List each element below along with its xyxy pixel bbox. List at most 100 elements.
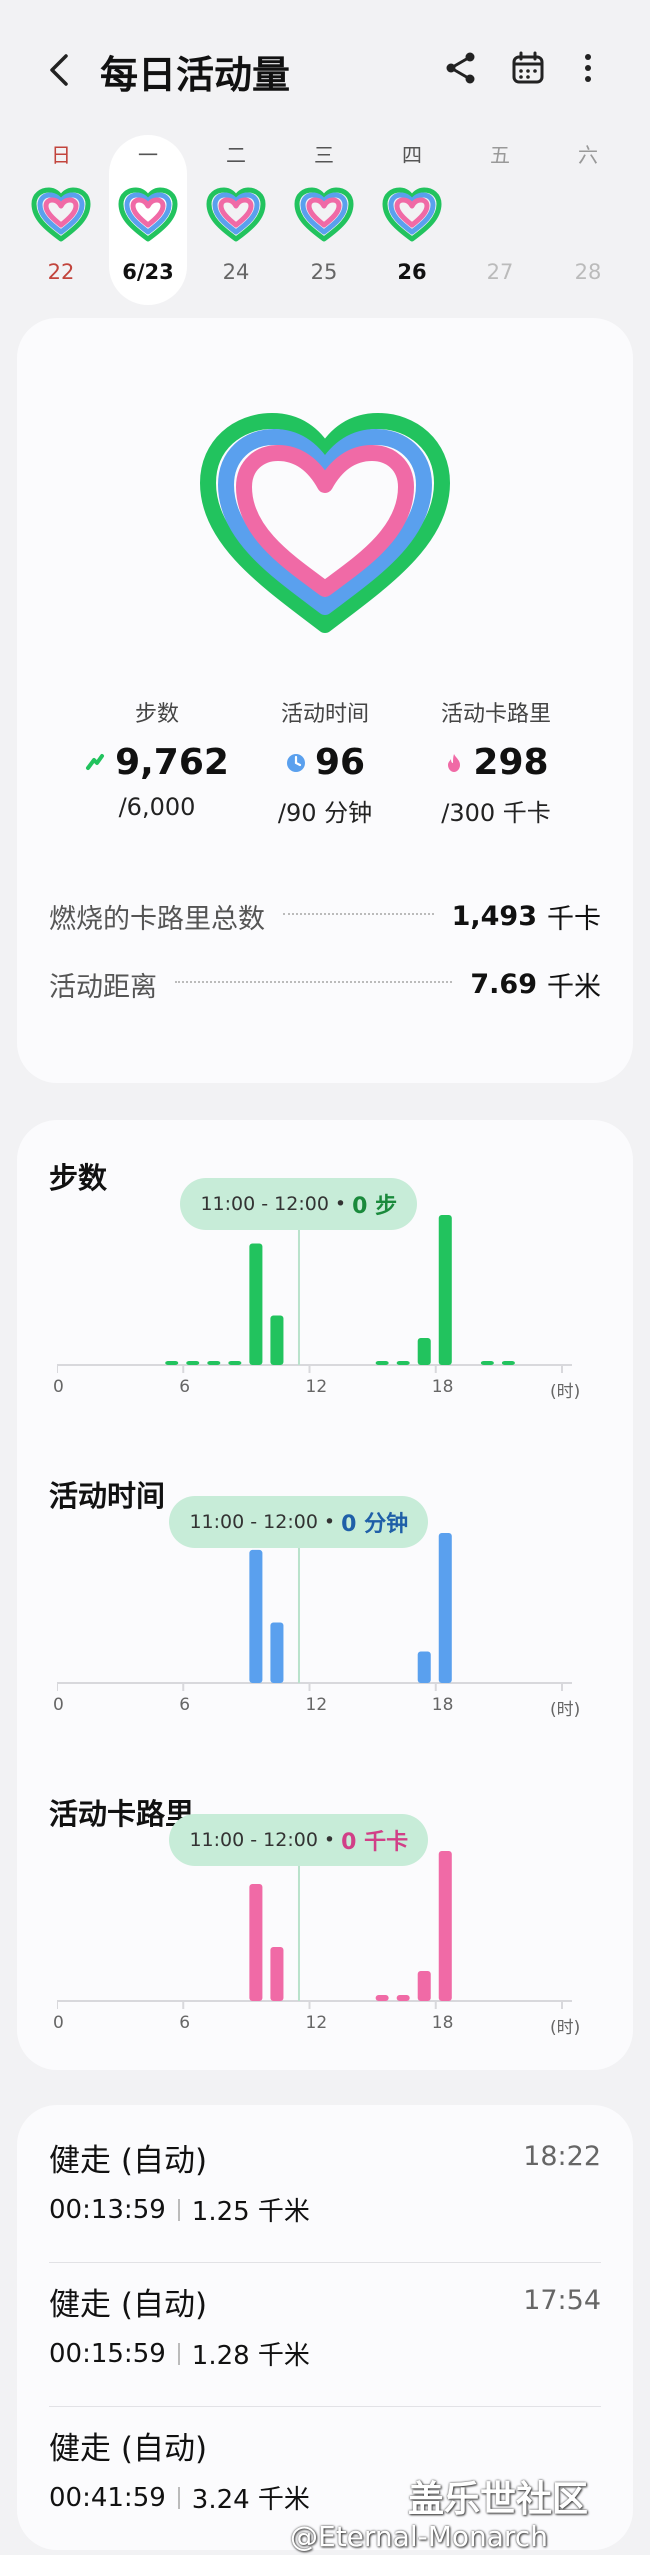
steps-value: 9,762 — [115, 742, 229, 783]
day-3[interactable]: 三 25 — [285, 135, 363, 305]
mini-heart-rings-icon — [206, 187, 266, 242]
workout-distance: 1.25 千米 — [191, 2197, 310, 2227]
flame-icon — [448, 753, 461, 772]
workout-name: 健走 (自动) — [49, 2143, 208, 2179]
workout-duration: 00:41:59 — [49, 2482, 166, 2513]
total-calories-label: 燃烧的卡路里总数 — [49, 903, 265, 935]
x-tick-label: (时) — [550, 2018, 581, 2038]
workout-duration: 00:15:59 — [49, 2338, 166, 2369]
distance-unit: 千米 — [547, 971, 601, 1003]
distance-value: 7.69 — [470, 968, 537, 1000]
workout-name: 健走 (自动) — [49, 2287, 208, 2323]
leader-dots — [283, 913, 434, 915]
bar-hour-17 — [417, 1651, 431, 1683]
bar-hour-9 — [249, 1243, 263, 1365]
workout-item[interactable]: 健走 (自动) 17:54 00:15:59 1.28 千米 — [49, 2279, 601, 2419]
active-calories-value: 298 — [473, 742, 549, 783]
day-number-label: 26 — [397, 260, 427, 284]
leader-dots — [175, 981, 453, 983]
mini-heart-rings-icon — [31, 187, 91, 242]
day-4[interactable]: 四 26 — [373, 135, 451, 305]
x-tick-label: 0 — [53, 1695, 64, 1715]
day-0[interactable]: 日 22 — [22, 135, 100, 305]
day-1[interactable]: 一 6/23 — [109, 135, 187, 305]
day-number-label: 22 — [47, 260, 75, 284]
bar-hour-10 — [270, 1315, 284, 1365]
day-number-label: 27 — [486, 260, 514, 284]
tooltip-range: 11:00 - 12:00 — [189, 1511, 318, 1533]
day-number-label: 24 — [222, 260, 250, 284]
bar-hour-9 — [249, 1884, 263, 2001]
tooltip-value: 0 步 — [352, 1194, 398, 1219]
hourly-bar-chart-0[interactable]: 0 6 12 18 (时) 11:00 - 12:00 • 0 步 — [53, 1150, 612, 1402]
day-2[interactable]: 二 24 — [197, 135, 275, 305]
bar-hour-10 — [270, 1622, 284, 1683]
bar-hour-18 — [438, 1215, 452, 1365]
week-selector: 日 22 一 6/23 二 24 三 25 四 26 五 27 六 28 — [0, 135, 650, 315]
bar-hour-15 — [375, 1995, 389, 2001]
day-of-week-label: 三 — [314, 143, 334, 167]
separator — [177, 2486, 180, 2509]
x-tick-label: 18 — [431, 2013, 454, 2033]
bar-hour-16 — [396, 1995, 410, 2001]
bar-hour-20 — [480, 1361, 494, 1365]
day-of-week-label: 二 — [226, 143, 246, 167]
bar-hour-5 — [165, 1361, 179, 1365]
day-5[interactable]: 五 27 — [461, 135, 539, 305]
x-tick-label: 12 — [305, 1695, 328, 1715]
bar-hour-17 — [417, 1971, 431, 2001]
workout-detail: 00:41:59 3.24 千米 — [49, 2479, 310, 2516]
day-number-label: 6/23 — [122, 260, 174, 284]
mini-heart-rings-icon — [382, 187, 442, 242]
day-of-week-label: 六 — [578, 143, 598, 167]
separator — [177, 2198, 180, 2221]
calendar-icon[interactable] — [510, 50, 546, 86]
divider — [49, 2406, 601, 2407]
separator-dot: • — [334, 1193, 347, 1215]
hour-tooltip: 11:00 - 12:00 • 0 步 — [180, 1178, 418, 1230]
day-of-week-label: 一 — [138, 143, 158, 167]
bar-hour-6 — [186, 1361, 200, 1365]
day-of-week-label: 日 — [51, 143, 71, 167]
x-tick-label: 18 — [431, 1377, 454, 1397]
separator-dot: • — [323, 1511, 336, 1533]
bar-hour-15 — [375, 1361, 389, 1365]
x-tick-label: 0 — [53, 2013, 64, 2033]
tooltip-range: 11:00 - 12:00 — [189, 1829, 318, 1851]
x-tick-label: 18 — [431, 1695, 454, 1715]
workout-item[interactable]: 健走 (自动) 18:22 00:13:59 1.25 千米 — [49, 2135, 601, 2275]
x-tick-label: 12 — [305, 2013, 328, 2033]
hourly-bar-chart-1[interactable]: 0 6 12 18 (时) 11:00 - 12:00 • 0 分钟 — [53, 1468, 612, 1720]
active-time-label: 活动时间 — [280, 702, 369, 727]
hourly-bar-chart-2[interactable]: 0 6 12 18 (时) 11:00 - 12:00 • 0 千卡 — [53, 1786, 612, 2038]
x-tick-label: 6 — [179, 2013, 191, 2033]
day-6[interactable]: 六 28 — [549, 135, 627, 305]
hour-tooltip: 11:00 - 12:00 • 0 千卡 — [169, 1814, 429, 1866]
bar-hour-17 — [417, 1338, 431, 1365]
active-calories-goal: /300 千卡 — [441, 799, 551, 827]
header: 每日活动量 — [0, 0, 650, 135]
x-tick-label: 12 — [305, 1377, 328, 1397]
x-tick-label: 6 — [179, 1377, 191, 1397]
tooltip-value: 0 分钟 — [341, 1512, 409, 1537]
workout-name: 健走 (自动) — [49, 2431, 208, 2467]
watermark-username: @Eternal-Monarch — [290, 2520, 548, 2553]
total-calories-row: 燃烧的卡路里总数 1,493 千卡 — [49, 896, 601, 936]
mini-heart-rings-icon — [118, 187, 178, 242]
separator — [177, 2342, 180, 2365]
active-time-goal: /90 分钟 — [277, 799, 373, 827]
separator-dot: • — [323, 1829, 336, 1851]
x-tick-label: 0 — [53, 1377, 64, 1397]
tooltip-value: 0 千卡 — [341, 1830, 409, 1855]
active-time-stat: 活动时间 96 /90 分钟 — [230, 696, 420, 828]
workout-time: 17:54 — [523, 2285, 601, 2316]
steps-icon — [86, 753, 105, 770]
more-options-icon[interactable] — [570, 50, 606, 86]
back-arrow-icon[interactable] — [44, 50, 76, 90]
workout-detail: 00:13:59 1.25 千米 — [49, 2191, 310, 2228]
bar-hour-21 — [501, 1361, 515, 1365]
x-tick-label: (时) — [550, 1382, 581, 1402]
activity-rings-heart-icon — [200, 413, 450, 633]
share-icon[interactable] — [443, 50, 479, 86]
workout-duration: 00:13:59 — [49, 2194, 166, 2225]
